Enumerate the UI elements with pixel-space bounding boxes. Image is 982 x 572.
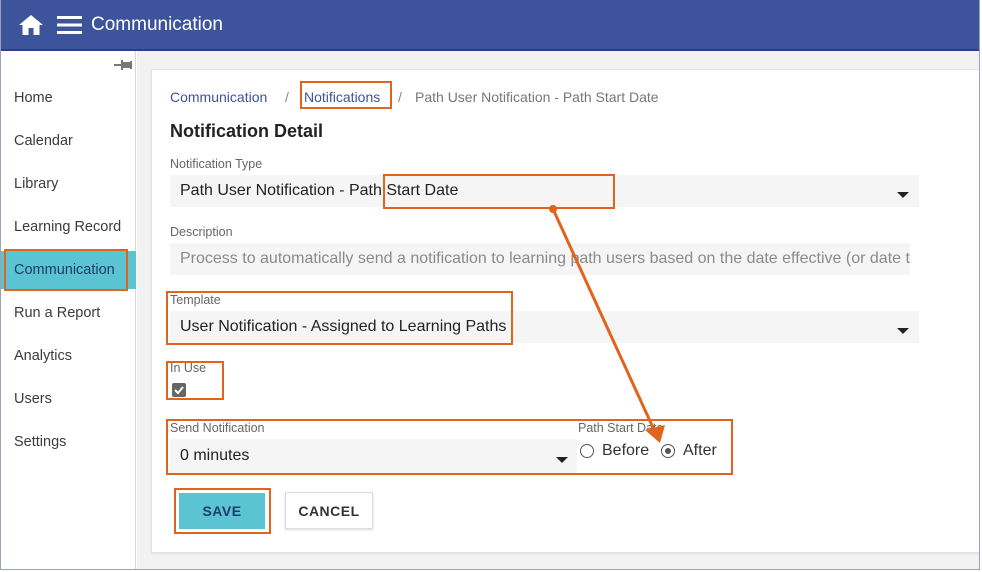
sidebar: Home Calendar Library Learning Record Co… xyxy=(1,51,136,569)
breadcrumb-separator: / xyxy=(398,89,402,105)
breadcrumb-communication[interactable]: Communication xyxy=(170,89,267,105)
notification-type-select[interactable]: Path User Notification - Path Start Date xyxy=(170,175,919,207)
page-title: Notification Detail xyxy=(170,121,324,141)
sidebar-item-library[interactable]: Library xyxy=(1,165,136,203)
in-use-checkbox[interactable] xyxy=(172,383,186,397)
sidebar-item-learning-record[interactable]: Learning Record xyxy=(1,208,136,246)
sidebar-item-home[interactable]: Home xyxy=(1,79,136,117)
sidebar-item-communication[interactable]: Communication xyxy=(1,251,136,289)
cancel-button[interactable]: CANCEL xyxy=(285,492,373,529)
send-notification-value: 0 minutes xyxy=(180,447,250,464)
template-value: User Notification - Assigned to Learning… xyxy=(180,318,507,335)
sidebar-item-settings[interactable]: Settings xyxy=(1,423,136,461)
chevron-down-icon xyxy=(556,457,568,463)
app-title: Communication xyxy=(91,14,223,35)
app-window: Communication Home Calendar Library Lear… xyxy=(0,0,980,570)
top-bar: Communication xyxy=(1,0,979,51)
send-notification-select[interactable]: 0 minutes xyxy=(170,439,577,473)
description-field: Process to automatically send a notifica… xyxy=(170,243,910,275)
template-label: Template xyxy=(170,293,221,307)
checkmark-icon xyxy=(174,386,184,395)
path-start-date-label: Path Start Date xyxy=(578,421,664,435)
sidebar-item-analytics[interactable]: Analytics xyxy=(1,337,136,375)
send-notification-label: Send Notification xyxy=(170,421,265,435)
home-icon[interactable] xyxy=(18,13,44,37)
after-radio-label[interactable]: After xyxy=(683,442,717,460)
sidebar-item-calendar[interactable]: Calendar xyxy=(1,122,136,160)
template-select[interactable]: User Notification - Assigned to Learning… xyxy=(170,311,919,343)
breadcrumb-separator: / xyxy=(285,89,289,105)
sidebar-item-users[interactable]: Users xyxy=(1,380,136,418)
chevron-down-icon xyxy=(897,192,909,198)
breadcrumb-current: Path User Notification - Path Start Date xyxy=(415,89,659,105)
save-button[interactable]: SAVE xyxy=(179,493,265,529)
pin-icon[interactable] xyxy=(114,59,132,71)
sidebar-item-run-a-report[interactable]: Run a Report xyxy=(1,294,136,332)
after-radio[interactable] xyxy=(661,444,675,458)
in-use-label: In Use xyxy=(170,361,207,375)
before-radio-label[interactable]: Before xyxy=(602,442,649,460)
notification-type-value: Path User Notification - Path Start Date xyxy=(180,182,459,199)
before-radio[interactable] xyxy=(580,444,594,458)
notification-type-label: Notification Type xyxy=(170,157,263,171)
description-label: Description xyxy=(170,225,233,239)
chevron-down-icon xyxy=(897,328,909,334)
breadcrumb-notifications[interactable]: Notifications xyxy=(304,89,380,105)
hamburger-menu-icon[interactable] xyxy=(57,15,83,35)
